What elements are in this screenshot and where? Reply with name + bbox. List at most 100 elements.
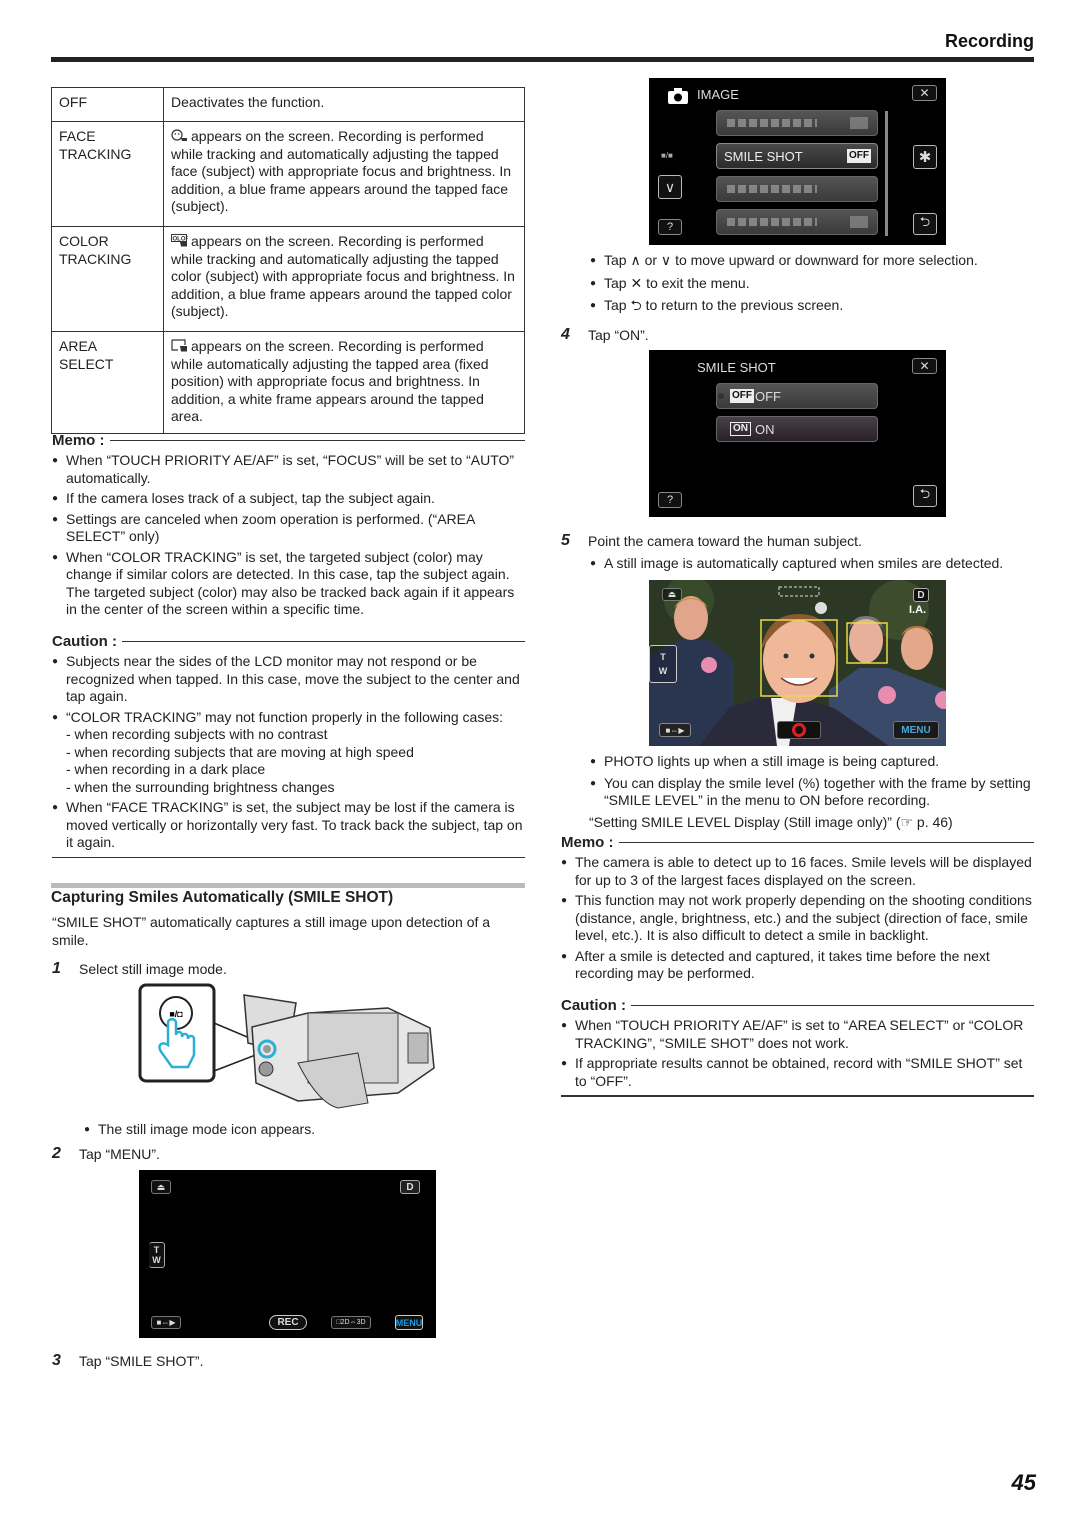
off-badge: OFF — [730, 389, 754, 403]
on-badge: ON — [730, 422, 751, 436]
list-item: The camera is able to detect up to 16 fa… — [561, 854, 1034, 889]
scrollbar[interactable] — [885, 111, 888, 236]
option-on[interactable]: ON ON — [716, 416, 878, 442]
camera-icon — [668, 88, 688, 104]
section-bar — [51, 883, 525, 888]
option-key: FACE TRACKING — [51, 121, 164, 227]
divider — [561, 1095, 1034, 1097]
option-key: OFF — [51, 87, 164, 122]
menu-item-smile-shot[interactable]: SMILE SHOT OFF — [716, 143, 878, 169]
off-badge: OFF — [847, 149, 871, 163]
playback-toggle-icon[interactable]: ■⇔▶ — [151, 1316, 181, 1329]
sub-item: - when recording in a dark place — [66, 761, 266, 777]
live-view-screen: ⏏ D I.A. TW ■⇔▶ MENU — [649, 580, 946, 746]
memo-heading: Memo : — [52, 432, 525, 449]
divider — [52, 856, 525, 858]
option-key: AREA SELECT — [51, 331, 164, 434]
step-1: 1 Select still image mode. — [52, 960, 227, 977]
back-button[interactable]: ⮌ — [913, 213, 937, 235]
menu-item[interactable] — [716, 209, 878, 235]
smile-icon — [815, 602, 827, 614]
area-select-icon — [171, 339, 188, 352]
step-4: 4 Tap “ON”. — [561, 326, 649, 343]
option-desc: Deactivates the function. — [163, 87, 525, 122]
camcorder-illustration: ■/◘ — [138, 983, 438, 1113]
step-1-note: The still image mode icon appears. — [84, 1118, 315, 1139]
list-item: If the camera loses track of a subject, … — [52, 490, 525, 508]
sub-item: - when recording subjects that are movin… — [66, 743, 414, 760]
step-5-notes: PHOTO lights up when a still image is be… — [590, 753, 1040, 810]
list-item: If appropriate results cannot be obtaine… — [561, 1055, 1034, 1090]
list-item: When “TOUCH PRIORITY AE/AF” is set, “FOC… — [52, 452, 525, 487]
option-desc: appears on the screen. Recording is perf… — [163, 331, 525, 434]
list-item: After a smile is detected and captured, … — [561, 948, 1034, 983]
ia-label: I.A. — [909, 604, 927, 616]
option-key: COLOR TRACKING — [51, 226, 164, 332]
face-tracking-icon — [171, 129, 188, 142]
playback-toggle-icon[interactable]: ■⇔▶ — [659, 723, 691, 737]
option-desc: COLOR appears on the screen. Recording i… — [163, 226, 525, 332]
back-button[interactable]: ⮌ — [913, 485, 937, 507]
section-intro: “SMILE SHOT” automatically captures a st… — [52, 914, 491, 948]
list-item: Tap ✕ to exit the menu. — [590, 275, 1040, 293]
table-row: AREA SELECT appears on the screen. Recor… — [51, 331, 525, 434]
menu-item[interactable] — [716, 176, 878, 202]
table-row: COLOR TRACKING COLOR appears on the scre… — [51, 226, 525, 332]
memo-list: When “TOUCH PRIORITY AE/AF” is set, “FOC… — [52, 452, 525, 619]
caution-heading: Caution : — [52, 633, 525, 650]
list-item: You can display the smile level (%) toge… — [590, 775, 1040, 810]
smile-shot-screen: SMILE SHOT ✕ OFF OFF ON ON ? ⮌ — [649, 350, 946, 517]
page-number: 45 — [1011, 1470, 1036, 1495]
menu-button[interactable]: MENU — [395, 1315, 423, 1330]
list-item: This function may not work properly depe… — [561, 892, 1034, 945]
close-button[interactable]: ✕ — [912, 358, 937, 374]
menu-button[interactable]: MENU — [893, 721, 939, 739]
eject-icon[interactable]: ⏏ — [662, 588, 682, 601]
list-item: PHOTO lights up when a still image is be… — [590, 753, 1040, 771]
list-item: When “COLOR TRACKING” is set, the target… — [52, 549, 525, 619]
step-3: 3 Tap “SMILE SHOT”. — [52, 1352, 204, 1369]
menu-title: IMAGE — [697, 87, 739, 102]
options-table: OFF Deactivates the function. FACE TRACK… — [51, 87, 525, 434]
header-rule — [51, 57, 1034, 62]
step-5: 5 Point the camera toward the human subj… — [561, 532, 862, 549]
caution-box: Caution : Subjects near the sides of the… — [52, 633, 525, 858]
menu-item[interactable] — [716, 110, 878, 136]
memo-list: The camera is able to detect up to 16 fa… — [561, 854, 1034, 983]
d-badge: D — [913, 588, 929, 602]
section-heading: Capturing Smiles Automatically (SMILE SH… — [51, 889, 394, 906]
list-item: A still image is automatically captured … — [590, 555, 1040, 573]
close-button[interactable]: ✕ — [912, 85, 937, 101]
settings-gear-icon[interactable]: ✱ — [913, 145, 937, 169]
zoom-tw-button[interactable]: TW — [149, 1242, 165, 1268]
caution-box: Caution : When “TOUCH PRIORITY AE/AF” is… — [561, 997, 1034, 1097]
shutter-button[interactable] — [777, 721, 821, 739]
eject-icon[interactable]: ⏏ — [151, 1180, 171, 1194]
color-tracking-icon: COLOR — [168, 234, 190, 247]
help-button[interactable]: ? — [658, 492, 682, 508]
zoom-tw-button[interactable]: TW — [649, 645, 677, 683]
option-off[interactable]: OFF OFF — [716, 383, 878, 409]
memo-box: Memo : The camera is able to detect up t… — [561, 834, 1034, 983]
step-3-notes: Tap ∧ or ∨ to move upward or downward fo… — [590, 252, 1040, 315]
help-button[interactable]: ? — [658, 219, 682, 235]
caution-list: Subjects near the sides of the LCD monit… — [52, 653, 525, 852]
2d-3d-button[interactable]: □2D⇔3D — [331, 1316, 371, 1329]
svg-text:COLOR: COLOR — [171, 237, 188, 243]
sub-item: - when recording subjects with no contra… — [66, 726, 328, 742]
option-desc: appears on the screen. Recording is perf… — [163, 121, 525, 227]
rec-button[interactable]: REC — [269, 1315, 307, 1330]
cross-reference-link[interactable]: “Setting SMILE LEVEL Display (Still imag… — [589, 814, 953, 832]
image-menu-screen: IMAGE ✕ SMILE SHOT OFF ■/■ ∨ ? ✱ ⮌ — [649, 78, 946, 245]
list-item: Tap ∧ or ∨ to move upward or downward fo… — [590, 252, 1040, 270]
table-row: FACE TRACKING appears on the screen. Rec… — [51, 121, 525, 227]
list-item: When “FACE TRACKING” is set, the subject… — [52, 799, 525, 852]
scroll-down-button[interactable]: ∨ — [658, 175, 682, 199]
selected-dot — [718, 393, 724, 399]
memo-box: Memo : When “TOUCH PRIORITY AE/AF” is se… — [52, 432, 525, 619]
list-item: Settings are canceled when zoom operatio… — [52, 511, 525, 546]
svg-text:■/◘: ■/◘ — [169, 1009, 183, 1019]
sub-item: - when the surrounding brightness change… — [66, 778, 335, 795]
step-2: 2 Tap “MENU”. — [52, 1145, 160, 1162]
list-item: “COLOR TRACKING” may not function proper… — [52, 709, 525, 797]
